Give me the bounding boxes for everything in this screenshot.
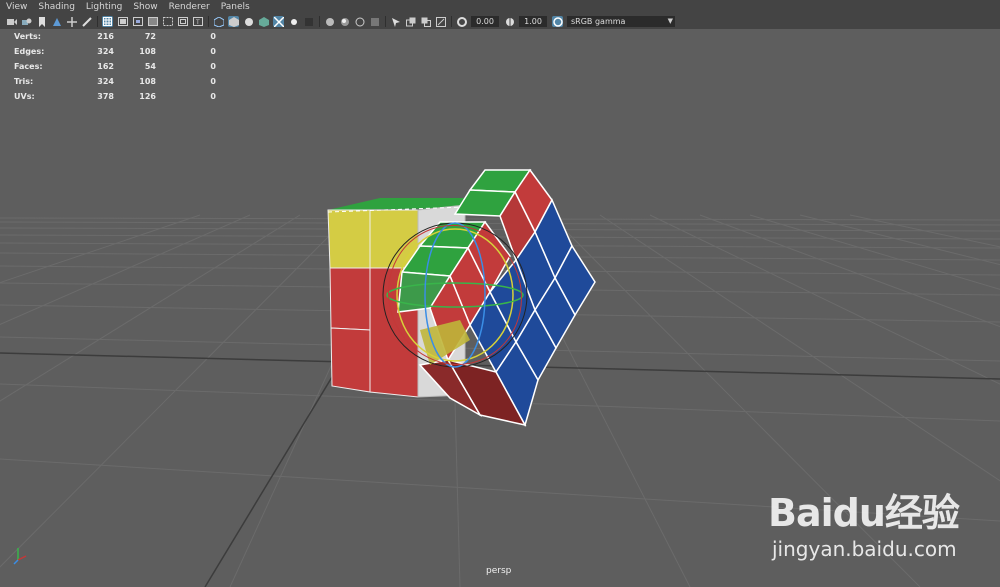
watermark-brand: Baidu经验: [768, 491, 960, 535]
field-chart-icon[interactable]: [162, 16, 173, 27]
hud-value: 72: [144, 32, 156, 41]
menu-shading[interactable]: Shading: [38, 2, 75, 12]
xray-icon[interactable]: [273, 16, 284, 27]
chevron-down-icon: ▼: [667, 17, 673, 25]
hud-row-faces: Faces: 162 54 0: [14, 59, 216, 74]
lights-icon[interactable]: [288, 16, 299, 27]
hud-value: 0: [210, 92, 216, 101]
view-transform-label: sRGB gamma: [571, 17, 626, 26]
cube-face-red: [329, 267, 371, 331]
hud-value: 216: [97, 32, 114, 41]
color-management-icon[interactable]: [552, 16, 563, 27]
grease-pencil-icon[interactable]: [81, 16, 92, 27]
hud-value: 324: [97, 47, 114, 56]
scale-fit-icon[interactable]: [435, 16, 446, 27]
watermark-url: jingyan.baidu.com: [772, 537, 957, 561]
hud-value: 0: [210, 62, 216, 71]
shadows-icon[interactable]: [303, 16, 314, 27]
hud-row-tris: Tris: 324 108 0: [14, 74, 216, 89]
toolbar-separator: [97, 16, 98, 27]
hud-value: 378: [97, 92, 114, 101]
gate-mask-icon[interactable]: [147, 16, 158, 27]
safe-action-icon[interactable]: [177, 16, 188, 27]
toolbar-separator: [208, 16, 209, 27]
hud-row-verts: Verts: 216 72 0: [14, 29, 216, 44]
hud-value: 108: [139, 77, 156, 86]
exposure-icon[interactable]: [456, 16, 467, 27]
menu-panels[interactable]: Panels: [221, 2, 250, 12]
watermark: Baidu经验 jingyan.baidu.com: [768, 482, 960, 561]
camera-attributes-icon[interactable]: [21, 16, 32, 27]
cube-face-red: [330, 327, 371, 393]
hud-value: 0: [210, 77, 216, 86]
textured-icon[interactable]: [258, 16, 269, 27]
grid-icon[interactable]: [102, 16, 113, 27]
default-material-icon[interactable]: [243, 16, 254, 27]
gamma-field[interactable]: 1.00: [519, 16, 547, 27]
menu-view[interactable]: View: [6, 2, 27, 12]
toolbar-separator: [451, 16, 452, 27]
safe-title-icon[interactable]: T: [192, 16, 203, 27]
hud-value: 0: [210, 32, 216, 41]
frame-all-icon[interactable]: [405, 16, 416, 27]
exposure-field[interactable]: 0.00: [471, 16, 499, 27]
hud-value: 324: [97, 77, 114, 86]
hud-value: 162: [97, 62, 114, 71]
film-gate-icon[interactable]: [117, 16, 128, 27]
hud-label: Edges:: [14, 47, 45, 56]
antialias-icon[interactable]: [369, 16, 380, 27]
maya-viewport-panel: View Shading Lighting Show Renderer Pane…: [0, 0, 1000, 587]
hud-label: Faces:: [14, 62, 43, 71]
hud-value: 126: [139, 92, 156, 101]
view-transform-dropdown[interactable]: sRGB gamma ▼: [567, 16, 675, 27]
panel-toolbar: T 0.00 1.00 sRGB gamma ▼: [0, 14, 1000, 29]
rubiks-cube-model[interactable]: [320, 160, 610, 435]
hud-value: 108: [139, 47, 156, 56]
view-axis-icon: [13, 548, 27, 565]
hud-row-uvs: UVs: 378 126 0: [14, 89, 216, 104]
isolate-select-icon[interactable]: [390, 16, 401, 27]
hud-label: Tris:: [14, 77, 34, 86]
menu-lighting[interactable]: Lighting: [86, 2, 122, 12]
hud-label: Verts:: [14, 32, 41, 41]
poly-count-hud: Verts: 216 72 0 Edges: 324 108 0 Faces: 162 54 0 …: [14, 29, 216, 104]
smooth-shade-icon[interactable]: [228, 16, 239, 27]
hud-row-edges: Edges: 324 108 0: [14, 44, 216, 59]
motion-blur-icon[interactable]: [354, 16, 365, 27]
bookmark-icon[interactable]: [36, 16, 47, 27]
toolbar-separator: [319, 16, 320, 27]
hud-value: 0: [210, 47, 216, 56]
camera-name-label: persp: [486, 566, 512, 576]
sphere-icon[interactable]: [324, 16, 335, 27]
frame-selected-icon[interactable]: [420, 16, 431, 27]
hud-label: UVs:: [14, 92, 35, 101]
screen-space-ao-icon[interactable]: [339, 16, 350, 27]
menu-renderer[interactable]: Renderer: [169, 2, 210, 12]
menu-show[interactable]: Show: [133, 2, 157, 12]
image-plane-icon[interactable]: [51, 16, 62, 27]
wireframe-icon[interactable]: [213, 16, 224, 27]
cube-face-yellow: [327, 209, 371, 269]
gamma-icon[interactable]: [504, 16, 515, 27]
hud-value: 54: [144, 62, 156, 71]
resolution-gate-icon[interactable]: [132, 16, 143, 27]
panel-menubar: View Shading Lighting Show Renderer Pane…: [0, 0, 1000, 14]
2d-pan-zoom-icon[interactable]: [66, 16, 77, 27]
camera-icon[interactable]: [6, 16, 17, 27]
toolbar-separator: [385, 16, 386, 27]
svg-text:T: T: [195, 19, 200, 26]
